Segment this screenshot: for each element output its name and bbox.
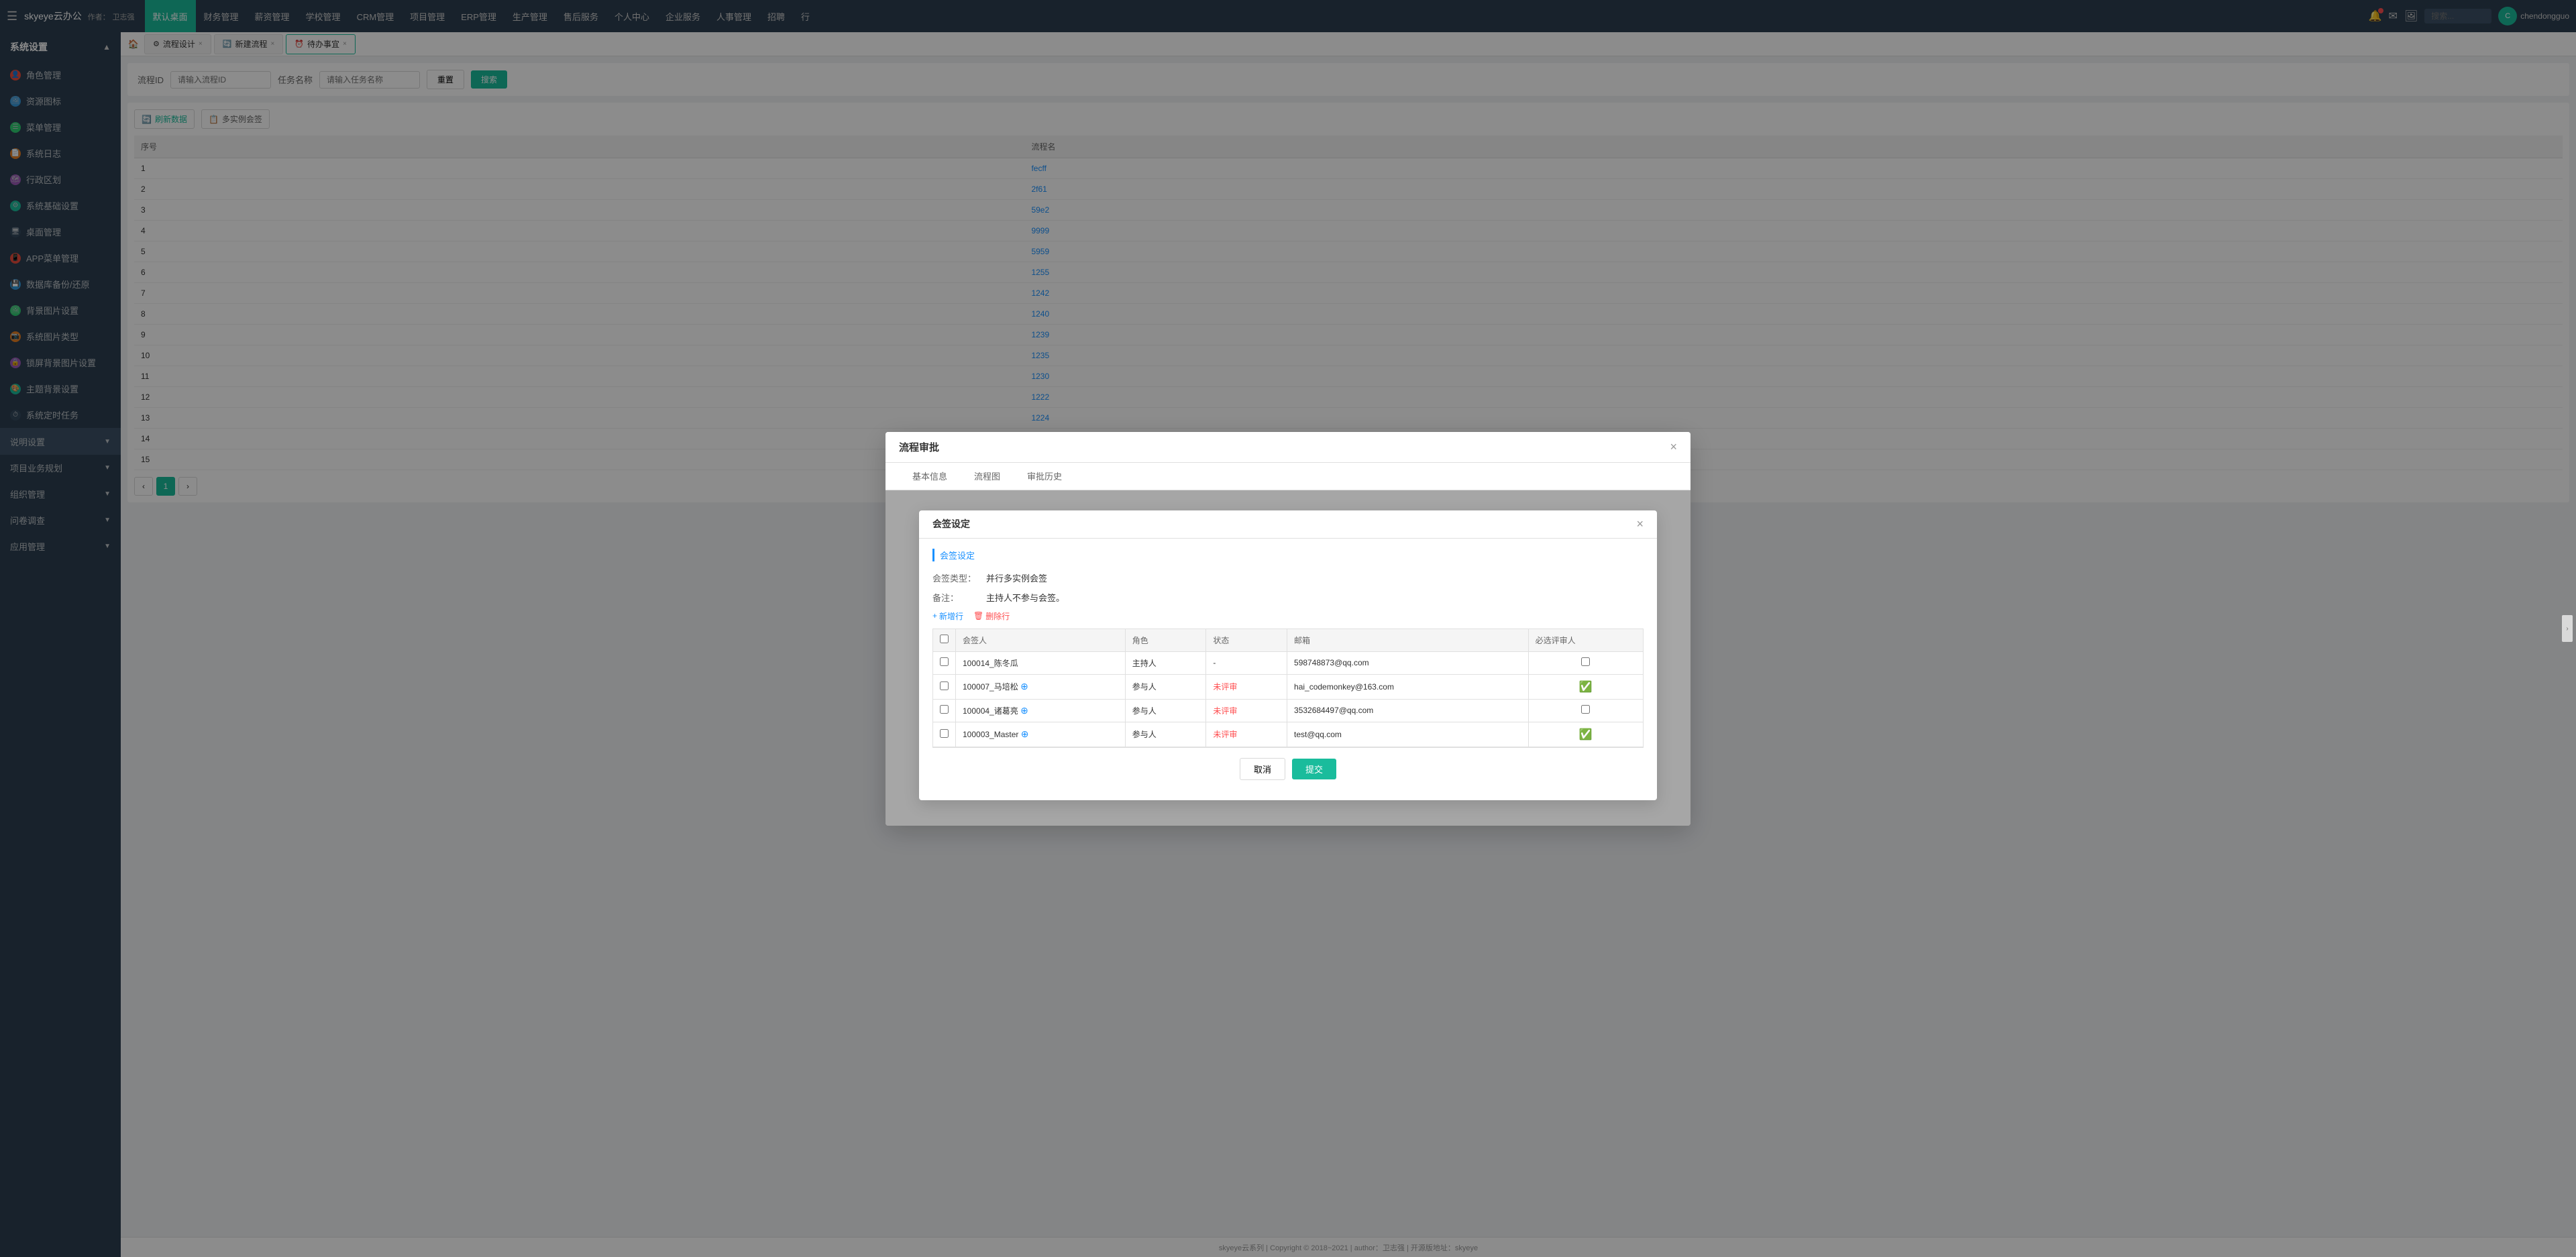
email-cell: test@qq.com: [1287, 722, 1529, 747]
plus-icon: +: [932, 611, 937, 620]
table-row: 100004_诸葛亮 ⊕ 参与人 未评审: [933, 699, 1644, 722]
add-signer-icon[interactable]: ⊕: [1020, 705, 1028, 716]
add-signer-icon[interactable]: ⊕: [1021, 728, 1029, 739]
email-value: 3532684497@qq.com: [1294, 706, 1373, 715]
signer-name: 100004_诸葛亮: [963, 706, 1018, 716]
table-action-bar: + 新增行 🗑 删除行: [932, 610, 1644, 622]
email-cell: 3532684497@qq.com: [1287, 699, 1529, 722]
status-value: 未评审: [1213, 730, 1237, 739]
required-checkbox[interactable]: [1581, 705, 1590, 714]
signer-name: 100007_马培松: [963, 682, 1018, 692]
col-required: 必选评审人: [1528, 628, 1643, 651]
sign-table: 会签人 角色 状态 邮箱 必选评审人: [932, 628, 1644, 747]
row-checkbox-cell: [933, 699, 956, 722]
table-row: 100007_马培松 ⊕ 参与人 未评审: [933, 674, 1644, 699]
add-row-label: 新增行: [939, 610, 963, 622]
row-checkbox-cell: [933, 674, 956, 699]
modal-overlay: 流程审批 × 基本信息 流程图 审批历史 会签设定 × 会签设定 会签类型: [0, 0, 2576, 1257]
delete-row-label: 删除行: [985, 610, 1010, 622]
outer-modal-header: 流程审批 ×: [885, 432, 1690, 463]
signer-name-cell: 100007_马培松 ⊕: [956, 674, 1126, 699]
required-check-icon: ✅: [1579, 729, 1593, 741]
inner-modal-body: 会签设定 会签类型： 并行多实例会签 备注： 主持人不参与会签。 +: [919, 539, 1657, 800]
required-cell: ✅: [1528, 674, 1643, 699]
col-email: 邮箱: [1287, 628, 1529, 651]
signer-name: 100003_Master: [963, 730, 1018, 739]
tab-basic-info[interactable]: 基本信息: [899, 463, 961, 490]
role-value: 参与人: [1132, 730, 1157, 739]
col-status: 状态: [1206, 628, 1287, 651]
note-label: 备注：: [932, 591, 986, 604]
role-cell: 主持人: [1125, 651, 1206, 674]
table-row: 100014_陈冬瓜 主持人 - 598748873: [933, 651, 1644, 674]
inner-modal-title: 会签设定: [932, 517, 970, 531]
type-label: 会签类型：: [932, 571, 986, 584]
expand-arrow: ›: [2562, 615, 2573, 642]
signer-name-cell: 100014_陈冬瓜: [956, 651, 1126, 674]
row-checkbox[interactable]: [940, 681, 949, 690]
required-cell: ✅: [1528, 722, 1643, 747]
expand-button[interactable]: ›: [2562, 615, 2573, 642]
required-cell: [1528, 651, 1643, 674]
role-value: 参与人: [1132, 706, 1157, 716]
inner-modal-footer: 取消 提交: [932, 747, 1644, 790]
required-check-icon: ✅: [1579, 681, 1593, 693]
outer-modal-close-button[interactable]: ×: [1670, 440, 1677, 454]
email-cell: 598748873@qq.com: [1287, 651, 1529, 674]
type-value: 并行多实例会签: [986, 571, 1047, 584]
row-checkbox[interactable]: [940, 657, 949, 666]
row-checkbox[interactable]: [940, 705, 949, 714]
cancel-button[interactable]: 取消: [1240, 758, 1285, 780]
select-all-checkbox[interactable]: [940, 635, 949, 643]
required-cell: [1528, 699, 1643, 722]
signer-name: 100014_陈冬瓜: [963, 659, 1018, 668]
required-checkbox[interactable]: [1581, 657, 1590, 666]
delete-row-button[interactable]: 🗑 删除行: [973, 610, 1010, 622]
email-value: hai_codemonkey@163.com: [1294, 682, 1394, 692]
section-title: 会签设定: [932, 549, 1644, 561]
status-value: -: [1213, 658, 1216, 667]
add-signer-icon[interactable]: ⊕: [1020, 681, 1028, 692]
tab-flow-diagram[interactable]: 流程图: [961, 463, 1014, 490]
role-cell: 参与人: [1125, 722, 1206, 747]
col-checkbox: [933, 628, 956, 651]
col-role: 角色: [1125, 628, 1206, 651]
outer-modal-title: 流程审批: [899, 440, 939, 454]
row-checkbox-cell: [933, 651, 956, 674]
status-cell: -: [1206, 651, 1287, 674]
outer-modal-tabs: 基本信息 流程图 审批历史: [885, 463, 1690, 490]
email-value: test@qq.com: [1294, 730, 1342, 739]
status-value: 未评审: [1213, 706, 1237, 716]
trash-icon: 🗑: [973, 611, 983, 620]
role-value: 参与人: [1132, 682, 1157, 692]
row-checkbox[interactable]: [940, 729, 949, 738]
status-cell: 未评审: [1206, 699, 1287, 722]
note-value: 主持人不参与会签。: [986, 591, 1065, 604]
email-value: 598748873@qq.com: [1294, 658, 1369, 667]
type-info-row: 会签类型： 并行多实例会签: [932, 571, 1644, 584]
role-cell: 参与人: [1125, 674, 1206, 699]
tab-approval-history[interactable]: 审批历史: [1014, 463, 1075, 490]
outer-modal: 流程审批 × 基本信息 流程图 审批历史 会签设定 × 会签设定 会签类型: [885, 432, 1690, 826]
role-value: 主持人: [1132, 659, 1157, 668]
outer-modal-body: 会签设定 × 会签设定 会签类型： 并行多实例会签 备注： 主持人不参与会签。: [885, 490, 1690, 826]
status-value: 未评审: [1213, 682, 1237, 692]
inner-modal-header: 会签设定 ×: [919, 510, 1657, 539]
table-row: 100003_Master ⊕ 参与人 未评审: [933, 722, 1644, 747]
status-cell: 未评审: [1206, 722, 1287, 747]
submit-button[interactable]: 提交: [1292, 759, 1336, 779]
add-row-button[interactable]: + 新增行: [932, 610, 963, 622]
note-info-row: 备注： 主持人不参与会签。: [932, 591, 1644, 604]
signer-name-cell: 100004_诸葛亮 ⊕: [956, 699, 1126, 722]
inner-modal-overlay: 会签设定 × 会签设定 会签类型： 并行多实例会签 备注： 主持人不参与会签。: [885, 490, 1690, 826]
status-cell: 未评审: [1206, 674, 1287, 699]
role-cell: 参与人: [1125, 699, 1206, 722]
inner-modal: 会签设定 × 会签设定 会签类型： 并行多实例会签 备注： 主持人不参与会签。: [919, 510, 1657, 800]
email-cell: hai_codemonkey@163.com: [1287, 674, 1529, 699]
col-signer: 会签人: [956, 628, 1126, 651]
inner-modal-close-button[interactable]: ×: [1636, 517, 1644, 531]
signer-name-cell: 100003_Master ⊕: [956, 722, 1126, 747]
row-checkbox-cell: [933, 722, 956, 747]
